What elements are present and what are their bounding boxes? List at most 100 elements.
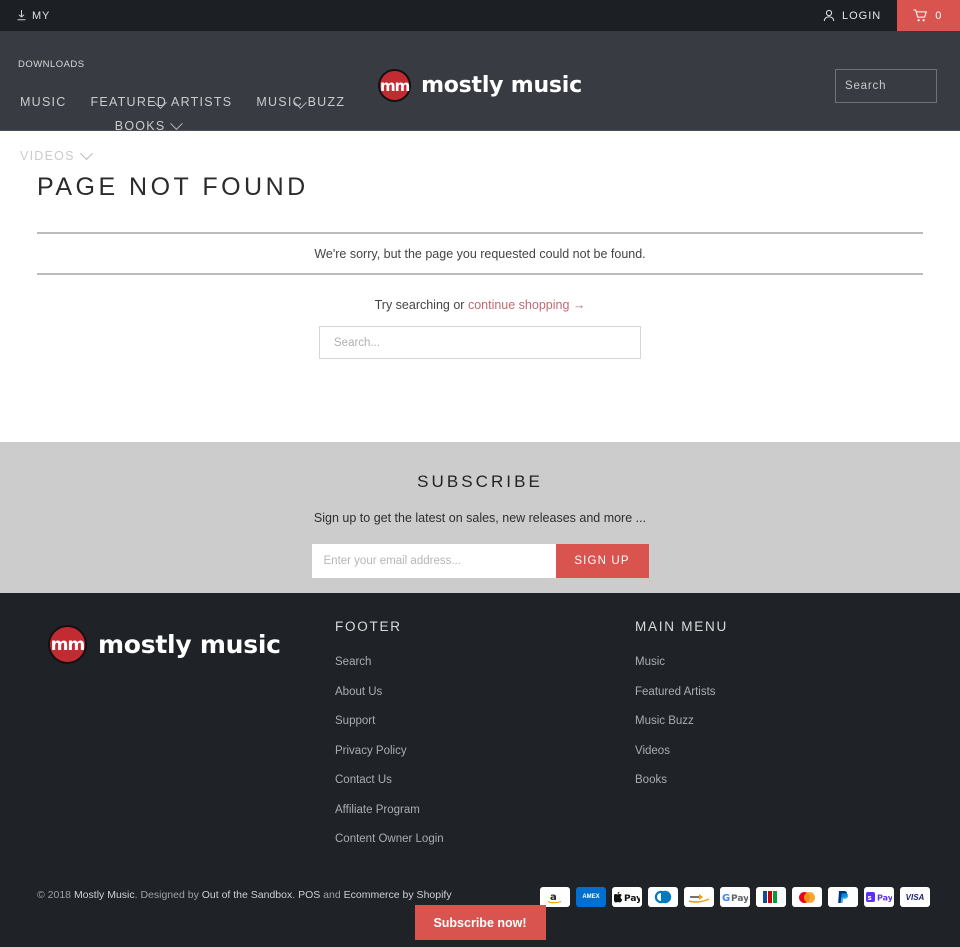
subscribe-signup-button[interactable]: SIGN UP — [555, 544, 649, 578]
footer-link-affiliate-program[interactable]: Affiliate Program — [335, 804, 420, 816]
logo-wordmark: mostly music — [421, 73, 582, 98]
site-footer: mm mostly music FOOTER Search About Us S… — [0, 593, 960, 947]
list-item: Videos — [635, 741, 895, 771]
main-menu-column: MAIN MENU Music Featured Artists Music B… — [635, 619, 895, 859]
apple-pay-icon: Pay — [612, 887, 642, 907]
nav-label-videos: VIDEOS — [20, 149, 75, 163]
list-item: Featured Artists — [635, 682, 895, 712]
mastercard-right-circle — [804, 891, 815, 903]
cart-count: 0 — [935, 9, 942, 22]
paypal-icon — [828, 887, 858, 907]
site-header: DOWNLOADS MUSIC FEATURED ARTISTS MUSIC B… — [0, 31, 960, 163]
svg-text:Pay: Pay — [877, 894, 892, 903]
footer-logo[interactable]: mm mostly music — [37, 625, 335, 664]
list-item: Privacy Policy — [335, 741, 635, 771]
try-searching-prefix: Try searching or — [374, 298, 468, 312]
list-item: About Us — [335, 682, 635, 712]
footer-link-privacy-policy[interactable]: Privacy Policy — [335, 745, 407, 757]
diners-club-icon — [648, 887, 678, 907]
logo-wordmark: mostly music — [98, 630, 281, 659]
list-item: Content Owner Login — [335, 829, 635, 859]
site-logo[interactable]: mm mostly music — [378, 69, 582, 102]
copyright-and: and — [320, 889, 344, 901]
svg-text:Pay: Pay — [731, 894, 748, 903]
footer-column-title: FOOTER — [335, 619, 402, 634]
list-item: Support — [335, 711, 635, 741]
footer-link-search[interactable]: Search — [335, 656, 371, 668]
footer-brand-column: mm mostly music — [37, 619, 335, 859]
copyright: © 2018 Mostly Music. Designed by Out of … — [37, 889, 452, 901]
svg-text:Pay: Pay — [624, 894, 640, 903]
footer-link-support[interactable]: Support — [335, 715, 375, 727]
cart-icon — [913, 9, 928, 22]
nav-label-books: BOOKS — [114, 119, 166, 133]
subscribe-description: Sign up to get the latest on sales, new … — [313, 511, 647, 525]
svg-text:s: s — [868, 894, 872, 902]
nav-item-videos[interactable]: VIDEOS — [20, 129, 93, 183]
login-button[interactable]: LOGIN — [807, 0, 897, 31]
copyright-pos-link[interactable]: POS — [298, 889, 320, 901]
nav-item-books[interactable]: BOOKS — [114, 116, 184, 133]
chevron-down-icon — [79, 146, 93, 160]
my-downloads-link[interactable]: MY — [0, 0, 50, 31]
subscribe-now-bar: Subscribe now! — [0, 905, 960, 947]
copyright-prefix: © 2018 — [37, 889, 74, 901]
footer-link-contact-us[interactable]: Contact Us — [335, 774, 392, 786]
main-search-input[interactable] — [334, 336, 626, 349]
continue-shopping-link[interactable]: continue shopping → — [468, 298, 585, 312]
visa-icon: VISA — [900, 887, 930, 907]
payment-methods: a AMEX Pay G Pay s Pay VISA — [540, 887, 930, 907]
list-item: Music Buzz — [635, 711, 895, 741]
download-icon — [17, 10, 26, 21]
top-bar-actions: LOGIN 0 — [807, 0, 960, 31]
shop-pay-icon: s Pay — [864, 887, 894, 907]
jcb-icon — [756, 887, 786, 907]
amex-icon: AMEX — [576, 887, 606, 907]
main-search[interactable] — [319, 326, 641, 359]
list-item: Contact Us — [335, 770, 635, 800]
svg-text:a: a — [550, 892, 557, 903]
mastercard-icon — [792, 887, 822, 907]
list-item: Books — [635, 770, 895, 800]
list-item: Search — [335, 652, 635, 682]
subscribe-email-input[interactable] — [311, 544, 556, 578]
my-label: MY — [32, 9, 51, 22]
menu-link-featured-artists[interactable]: Featured Artists — [635, 686, 716, 698]
error-message: We're sorry, but the page you requested … — [314, 247, 646, 261]
menu-link-books[interactable]: Books — [635, 774, 667, 786]
nav-item-music[interactable]: DOWNLOADS MUSIC — [18, 59, 84, 129]
header-search-input[interactable] — [845, 80, 960, 92]
subscribe-form: SIGN UP — [311, 544, 649, 578]
copyright-mid: . Designed by — [134, 889, 202, 901]
amazon-pay-icon: a — [540, 887, 570, 907]
user-icon — [823, 9, 835, 22]
google-pay-icon: G Pay — [720, 887, 750, 907]
main-menu-title: MAIN MENU — [635, 619, 729, 634]
primary-navigation: DOWNLOADS MUSIC FEATURED ARTISTS MUSIC B… — [18, 59, 410, 183]
copyright-designer-link[interactable]: Out of the Sandbox — [202, 889, 292, 901]
header-search[interactable] — [835, 69, 960, 103]
footer-links-column: FOOTER Search About Us Support Privacy P… — [335, 619, 635, 859]
list-item: Music — [635, 652, 895, 682]
copyright-ecommerce-link[interactable]: Ecommerce by Shopify — [344, 889, 452, 901]
top-utility-bar: MY LOGIN 0 — [0, 0, 960, 31]
nav-badge-downloads: DOWNLOADS — [18, 59, 85, 70]
nav-label-music: MUSIC — [20, 95, 67, 109]
try-searching-line: Try searching or continue shopping → — [37, 275, 923, 312]
copyright-brand-link[interactable]: Mostly Music — [74, 889, 135, 901]
menu-link-music[interactable]: Music — [635, 656, 665, 668]
menu-link-videos[interactable]: Videos — [635, 745, 670, 757]
nav-item-music-buzz[interactable]: MUSIC BUZZ — [256, 75, 345, 129]
svg-text:G: G — [722, 893, 730, 903]
cart-button[interactable]: 0 — [897, 0, 960, 31]
subscribe-now-button[interactable]: Subscribe now! — [414, 905, 546, 940]
subscribe-section: SUBSCRIBE Sign up to get the latest on s… — [0, 442, 960, 593]
footer-link-list: Search About Us Support Privacy Policy C… — [335, 652, 635, 859]
footer-link-content-owner-login[interactable]: Content Owner Login — [335, 833, 444, 845]
footer-link-about-us[interactable]: About Us — [335, 686, 382, 698]
login-label: LOGIN — [842, 9, 882, 22]
menu-link-music-buzz[interactable]: Music Buzz — [635, 715, 694, 727]
subscribe-title: SUBSCRIBE — [417, 472, 543, 491]
logo-mark-icon: mm — [378, 69, 412, 102]
main-menu-list: Music Featured Artists Music Buzz Videos… — [635, 652, 895, 800]
